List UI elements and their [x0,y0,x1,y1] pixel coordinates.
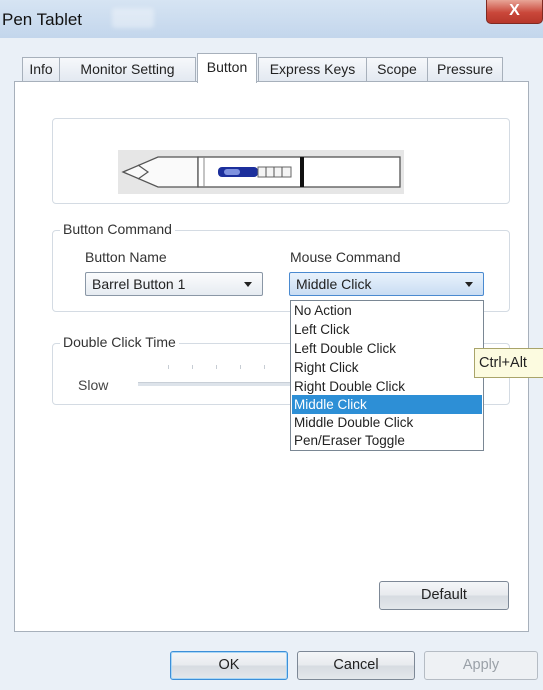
chevron-down-icon [465,282,473,287]
double-click-speed-slider[interactable] [138,382,298,386]
mouse-command-label: Mouse Command [290,249,401,265]
pen-illustration [118,150,404,194]
button-command-label: Button Command [60,221,175,237]
tab-scope[interactable]: Scope [366,57,428,81]
option-right-click[interactable]: Right Click [292,358,482,377]
option-middle-click[interactable]: Middle Click [292,395,482,414]
option-no-action[interactable]: No Action [292,301,482,320]
apply-button[interactable]: Apply [424,651,538,680]
window-title: Pen Tablet [2,10,83,29]
pen-tablet-dialog: Pen Tablet X Info Monitor Setting Button… [0,0,543,690]
close-icon: X [509,2,520,19]
button-name-value: Barrel Button 1 [92,276,186,292]
double-click-time-label: Double Click Time [60,334,179,350]
default-button[interactable]: Default [379,581,509,610]
slider-ticks [168,365,288,369]
option-left-click[interactable]: Left Click [292,320,482,339]
shortcut-tooltip: Ctrl+Alt [474,348,543,378]
tab-button[interactable]: Button [197,53,257,83]
option-pen-eraser-toggle[interactable]: Pen/Eraser Toggle [292,431,482,450]
close-button[interactable]: X [486,0,543,24]
tab-strip: Info Monitor Setting Button Express Keys… [22,53,522,83]
tab-pressure[interactable]: Pressure [427,57,503,81]
option-right-double-click[interactable]: Right Double Click [292,377,482,396]
tab-express-keys[interactable]: Express Keys [258,57,367,81]
tab-info[interactable]: Info [22,57,60,81]
button-name-dropdown[interactable]: Barrel Button 1 [85,272,263,296]
option-middle-double-click[interactable]: Middle Double Click [292,413,482,432]
title-bar: Pen Tablet X [0,0,543,38]
slow-label: Slow [78,377,109,393]
title-bar-blur [112,8,154,28]
button-name-label: Button Name [85,249,167,265]
mouse-command-value: Middle Click [296,276,372,292]
ok-button[interactable]: OK [170,651,288,680]
chevron-down-icon [244,282,252,287]
option-left-double-click[interactable]: Left Double Click [292,339,482,358]
mouse-command-dropdown[interactable]: Middle Click [289,272,484,296]
tab-monitor-setting[interactable]: Monitor Setting [59,57,196,81]
mouse-command-dropdown-list: No Action Left Click Left Double Click R… [290,300,484,451]
cancel-button[interactable]: Cancel [297,651,415,680]
